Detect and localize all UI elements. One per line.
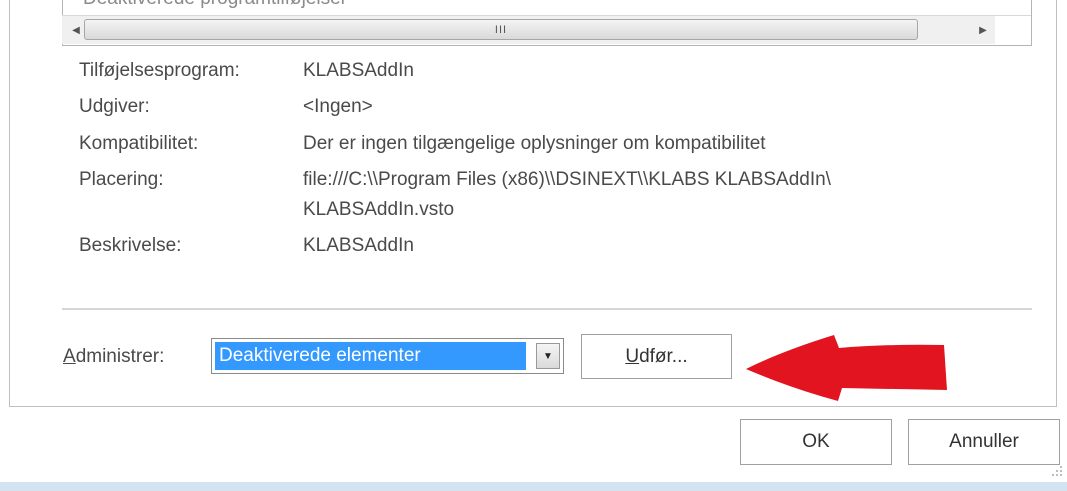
scrollbar-grip-icon: III <box>494 24 508 36</box>
location-value: file:///C:\\Program Files (x86)\\DSINEXT… <box>303 169 831 190</box>
list-item-partial[interactable]: Deaktiverede programtilføjelser <box>83 0 347 10</box>
scroll-left-icon[interactable]: ◀ <box>66 20 86 40</box>
go-button-mnemonic: U <box>625 345 640 367</box>
manage-select[interactable]: Deaktiverede elementer ▼ <box>211 338 564 374</box>
horizontal-scrollbar[interactable]: ◀ III ▶ <box>62 15 1031 44</box>
location-value-line2: KLABSAddIn.vsto <box>303 199 455 220</box>
description-label: Beskrivelse: <box>79 235 182 256</box>
red-arrow-icon <box>746 335 947 401</box>
publisher-value: <Ingen> <box>303 96 373 117</box>
go-button[interactable]: Udfør... <box>581 334 732 379</box>
manage-select-value[interactable]: Deaktiverede elementer <box>215 342 526 370</box>
go-button-label: dfør... <box>639 345 688 367</box>
taskbar-strip <box>0 482 1067 491</box>
cancel-button[interactable]: Annuller <box>908 419 1060 465</box>
publisher-label: Udgiver: <box>79 96 150 117</box>
resize-grip-icon[interactable] <box>1050 464 1064 478</box>
manage-label: Administrer: <box>63 344 164 370</box>
manage-label-mnemonic: A <box>63 346 76 367</box>
manage-label-text: dministrer: <box>75 346 165 367</box>
scrollbar-thumb[interactable]: III <box>84 19 918 40</box>
scroll-right-icon[interactable]: ▶ <box>973 20 993 40</box>
compatibility-value: Der er ingen tilgængelige oplysninger om… <box>303 133 766 154</box>
ok-button[interactable]: OK <box>740 419 892 465</box>
addin-name-value: KLABSAddIn <box>303 60 414 81</box>
addin-name-label: Tilføjelsesprogram: <box>79 60 240 81</box>
description-value: KLABSAddIn <box>303 235 414 256</box>
divider <box>62 308 1032 310</box>
chevron-down-icon[interactable]: ▼ <box>536 343 560 369</box>
location-label: Placering: <box>79 169 164 190</box>
compatibility-label: Kompatibilitet: <box>79 133 199 154</box>
scrollbar-corner <box>995 16 1031 44</box>
